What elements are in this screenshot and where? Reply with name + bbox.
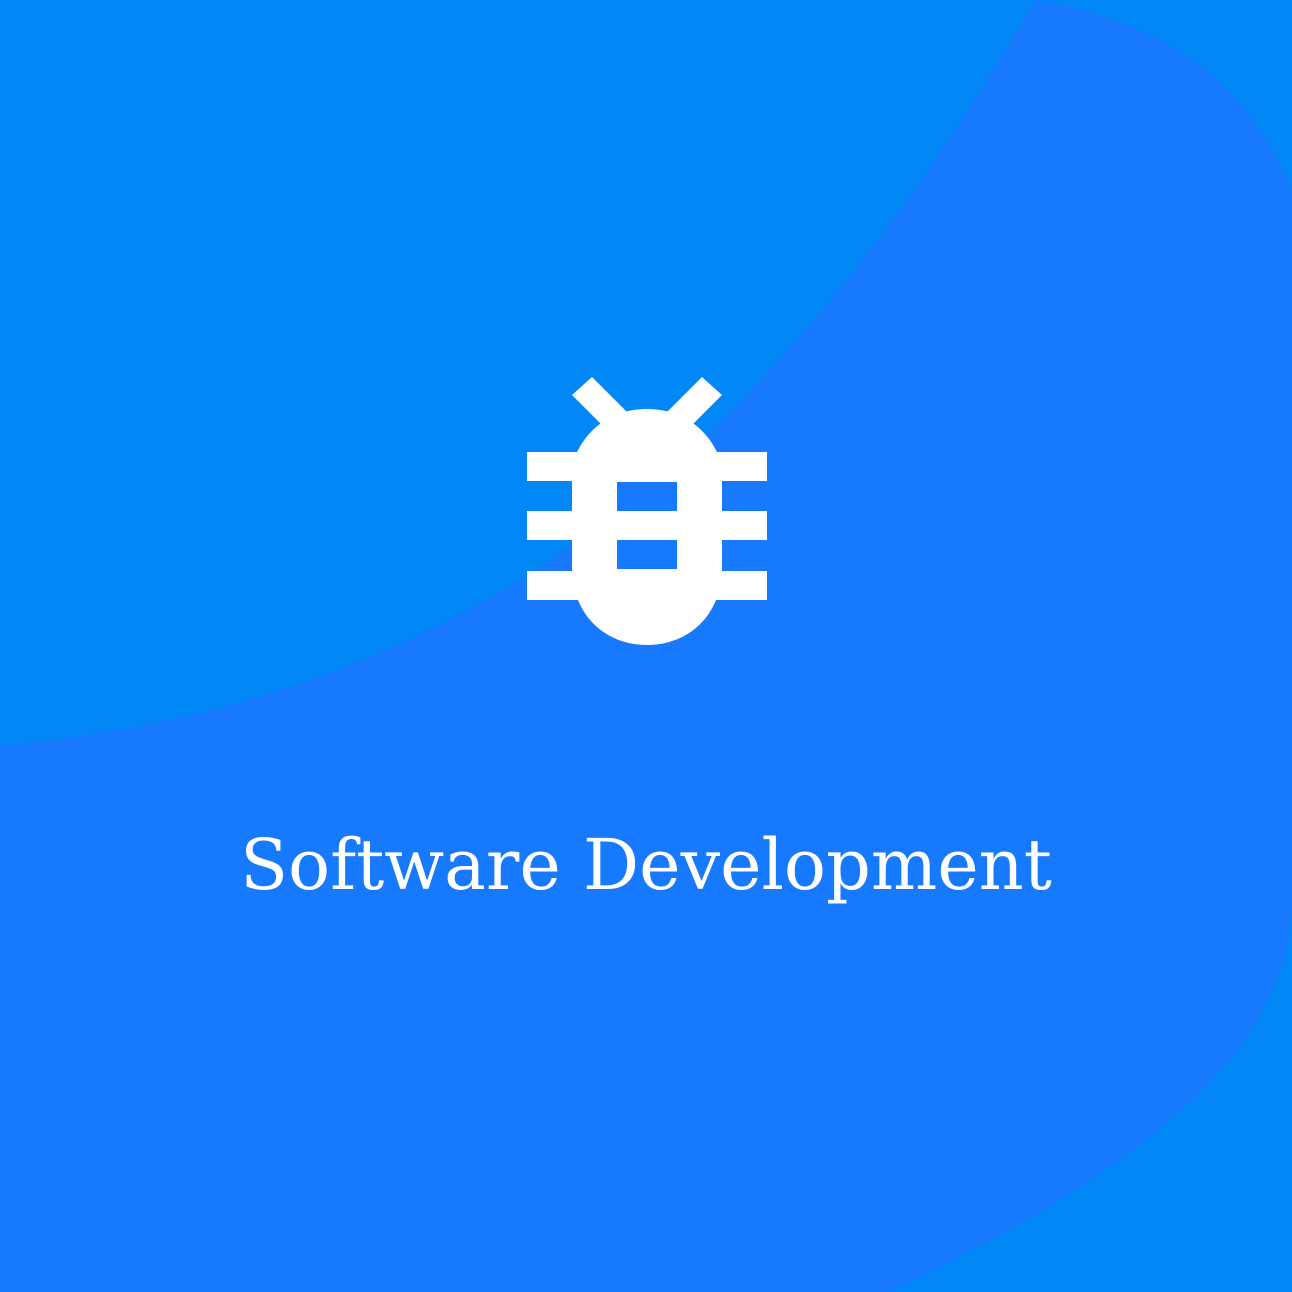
bug-leg-right-2	[707, 511, 767, 540]
service-card[interactable]: Software Development	[0, 0, 1292, 1292]
card-title: Software Development	[240, 824, 1052, 906]
bug-icon	[527, 377, 767, 645]
bug-window-bottom	[617, 540, 677, 569]
bug-leg-left-3	[527, 571, 587, 600]
bug-leg-right-3	[707, 571, 767, 600]
bug-body	[572, 409, 722, 645]
bug-leg-left-1	[527, 452, 587, 481]
bug-leg-left-2	[527, 511, 587, 540]
bug-window-top	[617, 482, 677, 511]
bug-leg-right-1	[707, 452, 767, 481]
